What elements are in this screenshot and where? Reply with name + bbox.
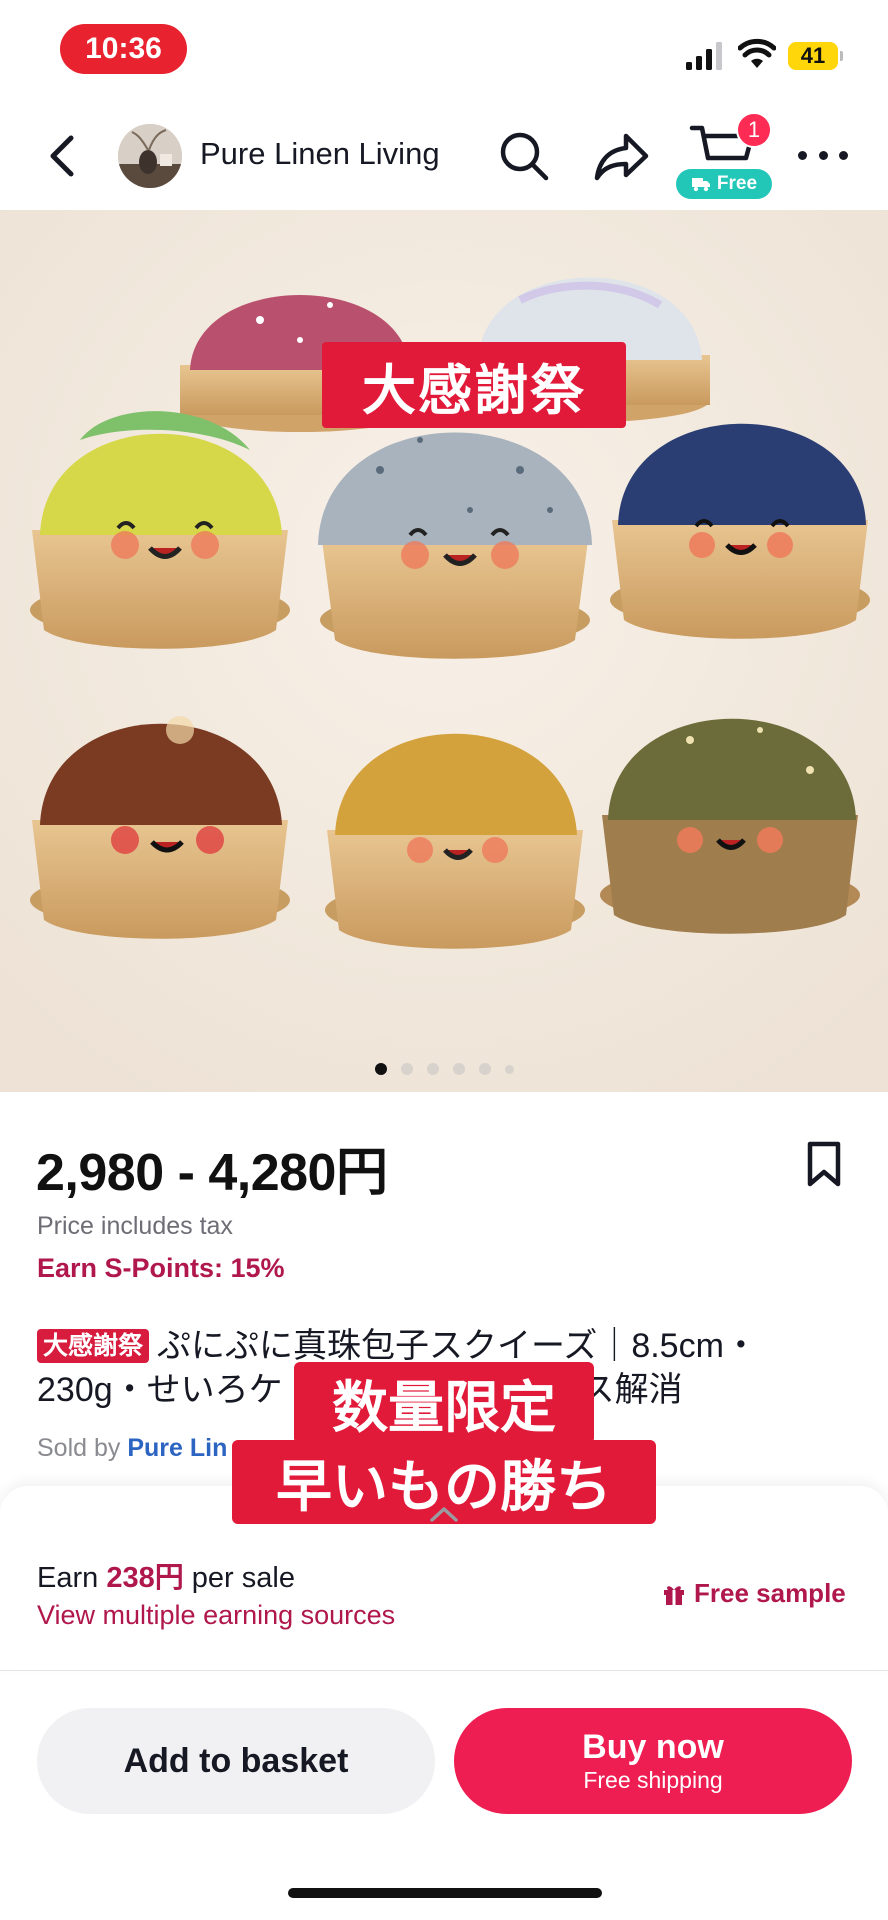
carousel-dot[interactable] bbox=[452, 1063, 465, 1075]
add-to-basket-button[interactable]: Add to basket bbox=[37, 1708, 435, 1814]
battery-indicator: 41 bbox=[788, 42, 843, 70]
chevron-left-icon bbox=[50, 135, 74, 177]
earn-prefix: Earn bbox=[37, 1562, 99, 1594]
more-dot-icon bbox=[839, 150, 848, 160]
free-pill-label: Free bbox=[716, 173, 758, 194]
more-dot-icon bbox=[798, 150, 807, 160]
bookmark-icon[interactable] bbox=[804, 1140, 844, 1188]
share-icon[interactable] bbox=[592, 128, 652, 184]
buy-now-label: Buy now bbox=[582, 1728, 724, 1766]
buy-now-button[interactable]: Buy now Free shipping bbox=[454, 1708, 852, 1814]
promo-tag: 大感謝祭 bbox=[322, 342, 626, 428]
title-promo-tag: 大感謝祭 bbox=[37, 1329, 150, 1363]
wifi-icon bbox=[738, 38, 776, 68]
tax-note: Price includes tax bbox=[37, 1212, 233, 1240]
earn-amount: 238円 bbox=[106, 1562, 184, 1594]
buy-now-subtitle: Free shipping bbox=[583, 1767, 723, 1793]
carousel-dot[interactable] bbox=[426, 1063, 439, 1075]
free-shipping-pill: Free bbox=[676, 169, 772, 199]
status-bar: 10:36 41 bbox=[0, 0, 888, 100]
seller-link[interactable]: Pure Lin bbox=[127, 1434, 227, 1462]
earning-sources-link[interactable]: View multiple earning sources bbox=[37, 1600, 395, 1631]
price-range: 2,980 - 4,280円 bbox=[36, 1144, 388, 1202]
carousel-pagination bbox=[0, 1062, 888, 1076]
carousel-dot[interactable] bbox=[504, 1064, 514, 1074]
home-indicator[interactable] bbox=[288, 1888, 602, 1898]
carousel-dot[interactable] bbox=[478, 1063, 491, 1075]
earn-per-sale: Earn 238円 per sale bbox=[37, 1554, 295, 1596]
carousel-dot[interactable] bbox=[374, 1063, 387, 1075]
shop-avatar[interactable] bbox=[118, 124, 182, 188]
carousel-dot[interactable] bbox=[400, 1063, 413, 1075]
truck-icon bbox=[691, 178, 710, 192]
status-time: 10:36 bbox=[60, 24, 187, 74]
sold-by-line: Sold by Pure Lin bbox=[37, 1434, 227, 1463]
cellular-signal-icon bbox=[686, 42, 722, 70]
earn-suffix: per sale bbox=[191, 1562, 295, 1594]
gift-icon bbox=[664, 1585, 684, 1605]
more-dot-icon bbox=[818, 150, 828, 160]
search-icon[interactable] bbox=[496, 128, 552, 184]
product-image-carousel[interactable]: 大感謝祭 bbox=[0, 210, 888, 1092]
more-options-button[interactable] bbox=[798, 140, 848, 170]
free-sample-button[interactable]: Free sample bbox=[662, 1578, 846, 1609]
sold-by-label: Sold by bbox=[37, 1434, 121, 1462]
overlay-caption-limited: 数量限定 bbox=[294, 1362, 594, 1444]
shop-avatar-image bbox=[118, 124, 182, 188]
shop-name[interactable]: Pure Linen Living bbox=[200, 136, 440, 172]
top-nav-bar: Pure Linen Living 1 Free bbox=[0, 100, 888, 210]
cart-count-badge: 1 bbox=[736, 112, 772, 148]
bun-silver bbox=[318, 432, 592, 659]
divider bbox=[0, 1670, 888, 1671]
free-sample-label: Free sample bbox=[694, 1578, 846, 1608]
chevron-up-icon[interactable] bbox=[428, 1504, 460, 1524]
back-button[interactable] bbox=[40, 128, 84, 184]
s-points-reward[interactable]: Earn S-Points: 15% bbox=[37, 1253, 285, 1284]
